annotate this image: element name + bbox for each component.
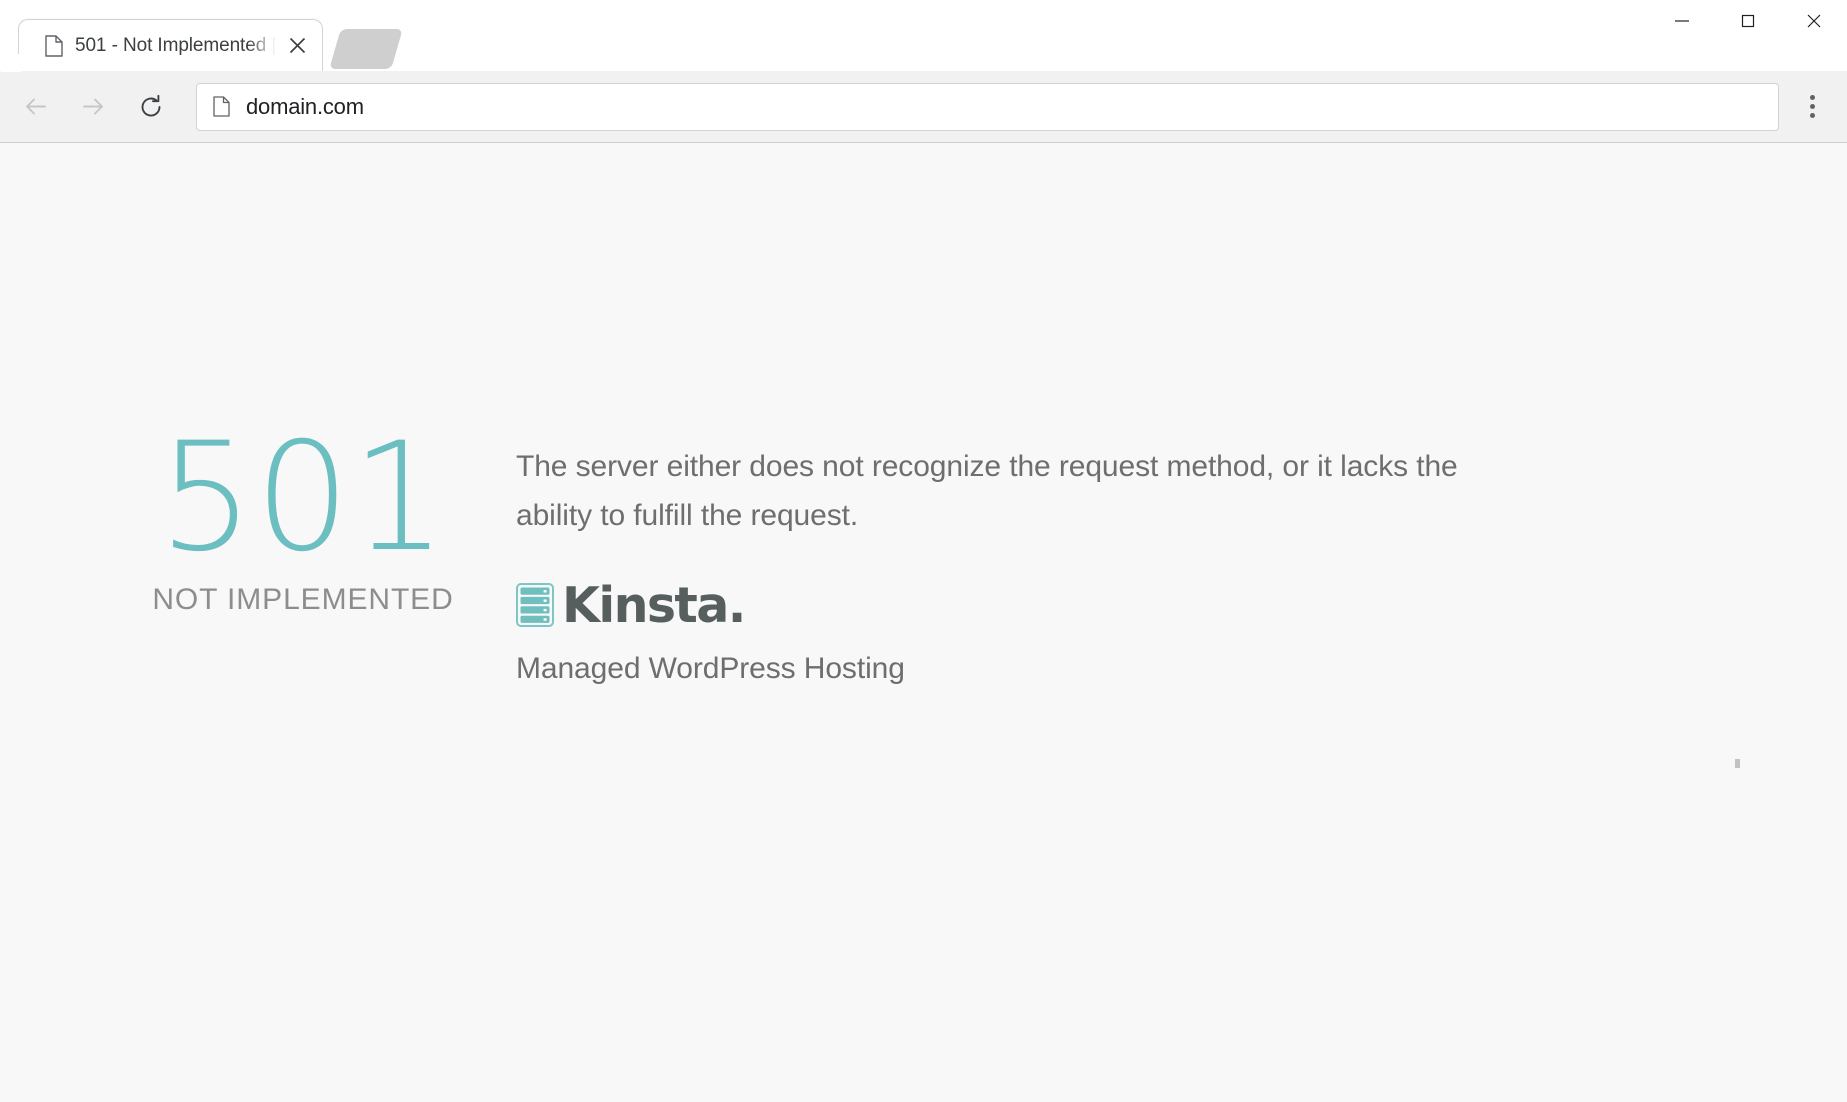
browser-window: 501 - Not Implemented | <box>0 0 1847 1102</box>
error-code-label: NOT IMPLEMENTED <box>108 583 498 617</box>
address-bar-text[interactable]: domain.com <box>246 94 364 120</box>
kinsta-logo: Kinsta. <box>516 578 1847 632</box>
reload-button[interactable] <box>125 81 177 133</box>
close-icon[interactable] <box>282 31 312 61</box>
menu-dot-icon <box>1810 113 1815 118</box>
address-bar[interactable]: domain.com <box>196 83 1779 131</box>
back-button[interactable] <box>9 81 61 133</box>
browser-tab-active[interactable]: 501 - Not Implemented | <box>18 19 323 71</box>
document-icon <box>45 35 63 57</box>
kinsta-wordmark: Kinsta. <box>562 581 745 630</box>
page-artifact-mark <box>1735 759 1740 768</box>
maximize-icon[interactable] <box>1715 0 1781 42</box>
error-page: 501 NOT IMPLEMENTED The server either do… <box>0 425 1847 686</box>
close-window-icon[interactable] <box>1781 0 1847 42</box>
menu-dot-icon <box>1810 104 1815 109</box>
tab-title: 501 - Not Implemented | <box>75 35 276 57</box>
window-controls <box>1649 0 1847 71</box>
forward-button[interactable] <box>67 81 119 133</box>
brand-block: Kinsta. Managed WordPress Hosting <box>516 578 1847 686</box>
menu-dot-icon <box>1810 95 1815 100</box>
title-bar: 501 - Not Implemented | <box>0 0 1847 71</box>
browser-toolbar: domain.com <box>0 71 1847 143</box>
tab-strip: 501 - Not Implemented | <box>0 0 1847 71</box>
new-tab-button[interactable] <box>329 29 402 69</box>
error-message: The server either does not recognize the… <box>516 443 1501 540</box>
error-code: 501 <box>108 429 498 567</box>
browser-menu-button[interactable] <box>1789 81 1835 133</box>
document-icon <box>213 96 230 117</box>
server-rack-icon <box>516 583 554 627</box>
page-viewport: 501 NOT IMPLEMENTED The server either do… <box>0 143 1847 1102</box>
minimize-icon[interactable] <box>1649 0 1715 42</box>
brand-tagline: Managed WordPress Hosting <box>516 652 1847 686</box>
error-code-block: 501 NOT IMPLEMENTED <box>108 425 498 686</box>
error-detail-block: The server either does not recognize the… <box>498 425 1847 686</box>
